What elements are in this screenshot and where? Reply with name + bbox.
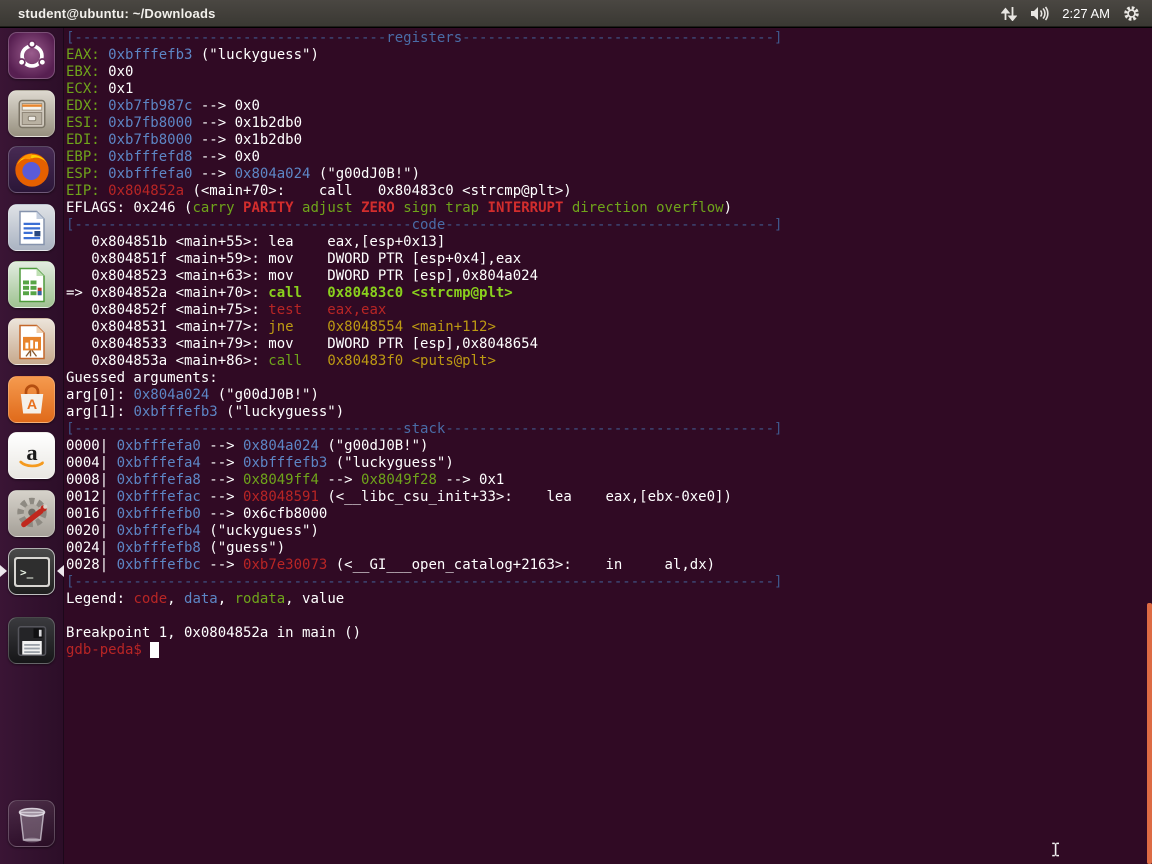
launcher-item-system-settings[interactable] <box>8 490 55 537</box>
launcher-item-terminal[interactable]: >_ <box>8 548 55 595</box>
focused-app-arrow-icon <box>57 565 64 577</box>
terminal-line: [---------------------------------------… <box>66 217 1152 234</box>
launcher-sidebar: A a >_ <box>0 28 64 864</box>
terminal-line: 0000| 0xbfffefa0 --> 0x804a024 ("g00dJ0B… <box>66 438 1152 455</box>
terminal-window[interactable]: [-------------------------------------re… <box>64 28 1152 864</box>
firefox-icon <box>12 150 52 190</box>
svg-text:>_: >_ <box>20 566 34 579</box>
trash-icon <box>14 805 50 843</box>
terminal-line: 0x804851b <main+55>: lea eax,[esp+0x13] <box>66 234 1152 251</box>
terminal-line: EAX: 0xbfffefb3 ("luckyguess") <box>66 47 1152 64</box>
terminal-line: Legend: code, data, rodata, value <box>66 591 1152 608</box>
launcher-item-libreoffice-calc[interactable] <box>8 261 55 308</box>
svg-text:a: a <box>26 439 37 464</box>
terminal-line: [---------------------------------------… <box>66 421 1152 438</box>
ubuntu-software-icon: A <box>14 382 50 418</box>
terminal-line: 0x804853a <main+86>: call 0x80483f0 <put… <box>66 353 1152 370</box>
terminal-line: EDI: 0xb7fb8000 --> 0x1b2db0 <box>66 132 1152 149</box>
terminal-scrollbar[interactable] <box>1147 603 1152 864</box>
indicator-area: 2:27 AM <box>1001 5 1152 22</box>
terminal-line: Guessed arguments: <box>66 370 1152 387</box>
amazon-icon: a <box>14 438 50 474</box>
terminal-line: arg[0]: 0x804a024 ("g00dJ0B!") <box>66 387 1152 404</box>
terminal-line: 0028| 0xbfffefbc --> 0xb7e30073 (<__GI__… <box>66 557 1152 574</box>
launcher-item-floppy-app[interactable] <box>8 617 55 664</box>
terminal-line: gdb-peda$ <box>66 642 1152 659</box>
terminal-line: => 0x804852a <main+70>: call 0x80483c0 <… <box>66 285 1152 302</box>
terminal-line: EBP: 0xbfffefd8 --> 0x0 <box>66 149 1152 166</box>
terminal-line: 0x8048533 <main+79>: mov DWORD PTR [esp]… <box>66 336 1152 353</box>
terminal-line: 0x8048531 <main+77>: jne 0x8048554 <main… <box>66 319 1152 336</box>
terminal-line: 0x8048523 <main+63>: mov DWORD PTR [esp]… <box>66 268 1152 285</box>
svg-text:A: A <box>26 397 36 413</box>
terminal-line: 0x804852f <main+75>: test eax,eax <box>66 302 1152 319</box>
network-updown-arrows-icon[interactable] <box>1001 6 1017 21</box>
top-panel: student@ubuntu: ~/Downloads 2:27 AM <box>0 0 1152 27</box>
terminal-line: Breakpoint 1, 0x0804852a in main () <box>66 625 1152 642</box>
terminal-output: [-------------------------------------re… <box>64 28 1152 659</box>
file-cabinet-icon <box>14 96 50 132</box>
volume-icon[interactable] <box>1030 6 1049 21</box>
terminal-line <box>66 608 1152 625</box>
terminal-line: 0004| 0xbfffefa4 --> 0xbfffefb3 ("luckyg… <box>66 455 1152 472</box>
terminal-line: 0024| 0xbfffefb8 ("guess") <box>66 540 1152 557</box>
launcher-item-ubuntu-software[interactable]: A <box>8 376 55 423</box>
terminal-line: EBX: 0x0 <box>66 64 1152 81</box>
terminal-line: EDX: 0xb7fb987c --> 0x0 <box>66 98 1152 115</box>
clock[interactable]: 2:27 AM <box>1062 6 1110 21</box>
mouse-ibeam-cursor <box>1051 842 1060 862</box>
launcher-item-firefox[interactable] <box>8 146 55 193</box>
terminal-line: 0x804851f <main+59>: mov DWORD PTR [esp+… <box>66 251 1152 268</box>
terminal-line: [-------------------------------------re… <box>66 30 1152 47</box>
terminal-line: ESI: 0xb7fb8000 --> 0x1b2db0 <box>66 115 1152 132</box>
terminal-line: 0020| 0xbfffefb4 ("uckyguess") <box>66 523 1152 540</box>
launcher-item-libreoffice-impress[interactable] <box>8 318 55 365</box>
terminal-line: ECX: 0x1 <box>66 81 1152 98</box>
libreoffice-impress-icon <box>15 324 49 360</box>
launcher-item-files[interactable] <box>8 90 55 137</box>
ubuntu-dash-icon <box>15 39 49 73</box>
launcher-item-trash[interactable] <box>8 800 55 847</box>
floppy-disk-icon <box>14 623 50 659</box>
settings-gear-wrench-icon <box>13 495 51 533</box>
launcher-item-libreoffice-writer[interactable] <box>8 204 55 251</box>
terminal-line: [---------------------------------------… <box>66 574 1152 591</box>
terminal-icon: >_ <box>13 556 51 588</box>
terminal-line: 0016| 0xbfffefb0 --> 0x6cfb8000 <box>66 506 1152 523</box>
terminal-line: EIP: 0x804852a (<main+70>: call 0x80483c… <box>66 183 1152 200</box>
launcher-item-dash[interactable] <box>8 32 55 79</box>
terminal-line: 0008| 0xbfffefa8 --> 0x8049ff4 --> 0x804… <box>66 472 1152 489</box>
libreoffice-writer-icon <box>15 210 49 246</box>
window-title: student@ubuntu: ~/Downloads <box>0 6 216 21</box>
launcher-item-amazon[interactable]: a <box>8 432 55 479</box>
terminal-line: arg[1]: 0xbfffefb3 ("luckyguess") <box>66 404 1152 421</box>
terminal-line: ESP: 0xbfffefa0 --> 0x804a024 ("g00dJ0B!… <box>66 166 1152 183</box>
session-gear-icon[interactable] <box>1123 5 1140 22</box>
terminal-line: 0012| 0xbfffefac --> 0x8048591 (<__libc_… <box>66 489 1152 506</box>
terminal-line: EFLAGS: 0x246 (carry PARITY adjust ZERO … <box>66 200 1152 217</box>
running-app-arrow-icon <box>0 565 7 577</box>
libreoffice-calc-icon <box>15 267 49 303</box>
